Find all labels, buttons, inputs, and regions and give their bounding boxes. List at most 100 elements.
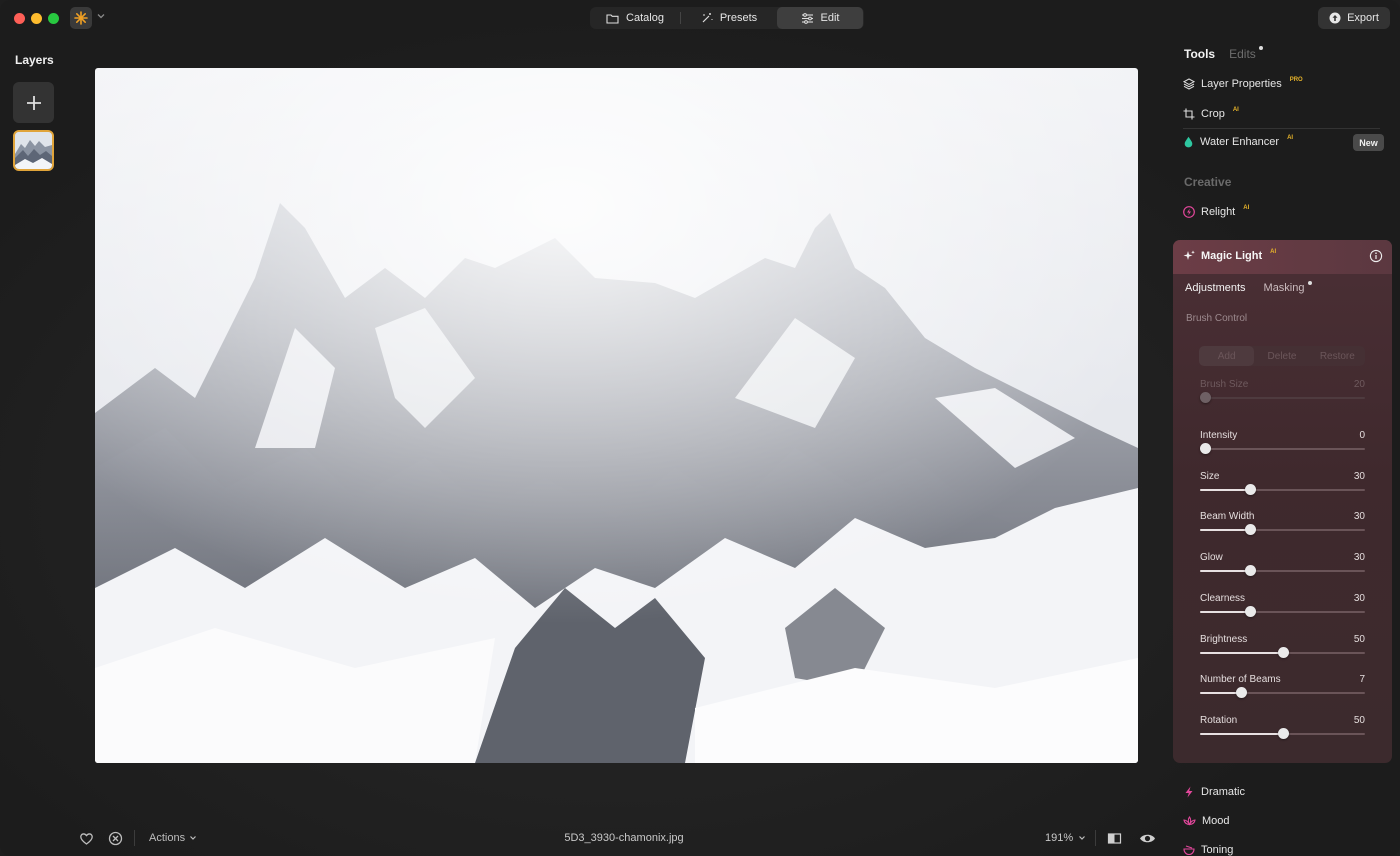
slider-fill: [1200, 488, 1250, 491]
sliders-icon: [801, 12, 813, 24]
tab-edits-label: Edits: [1229, 47, 1256, 61]
slider-number-of-beams[interactable]: Number of Beams 7: [1200, 674, 1365, 704]
tool-layer-properties[interactable]: Layer Properties PRO: [1183, 77, 1303, 90]
divider: [1183, 128, 1380, 129]
slider-brightness[interactable]: Brightness 50: [1200, 634, 1365, 664]
tab-masking[interactable]: Masking: [1264, 281, 1312, 294]
tool-mood-label: Mood: [1202, 815, 1230, 827]
upload-icon: [1329, 12, 1341, 24]
slider-knob[interactable]: [1245, 483, 1256, 495]
slider-fill: [1200, 732, 1283, 735]
slider-label: Size: [1200, 470, 1220, 482]
slider-label: Clearness: [1200, 592, 1246, 604]
slider-value: 30: [1353, 470, 1365, 482]
slider-value: 30: [1353, 511, 1365, 523]
close-window-button[interactable]: [14, 13, 25, 24]
mode-switcher: Catalog Presets Edit: [590, 7, 864, 29]
slider-label: Glow: [1200, 552, 1223, 564]
photo-canvas[interactable]: [95, 68, 1138, 763]
info-icon[interactable]: [1369, 249, 1383, 263]
brush-control-label: Brush Control: [1186, 313, 1248, 324]
slider-glow[interactable]: Glow 30: [1200, 552, 1365, 582]
add-layer-button[interactable]: [13, 82, 54, 123]
magic-wand-icon: [702, 13, 713, 23]
brush-size-value: 20: [1353, 379, 1365, 390]
mountain-photo-image: [95, 68, 1138, 763]
crop-icon: [1183, 108, 1195, 120]
slider-label: Brightness: [1200, 633, 1248, 645]
slider-knob[interactable]: [1245, 605, 1256, 617]
brush-mode-delete[interactable]: Delete: [1254, 346, 1309, 366]
tab-catalog-label: Catalog: [626, 12, 664, 24]
zoom-menu[interactable]: 191%: [1045, 832, 1086, 844]
slider-label: Number of Beams: [1200, 674, 1281, 686]
zoom-window-button[interactable]: [48, 13, 59, 24]
brush-mode-add[interactable]: Add: [1199, 346, 1255, 366]
slider-knob[interactable]: [1278, 727, 1289, 739]
bowl-icon: [1183, 845, 1195, 856]
tool-toning[interactable]: Toning: [1183, 844, 1233, 856]
tab-tools[interactable]: Tools: [1184, 47, 1215, 61]
slider-size[interactable]: Size 30: [1200, 471, 1365, 501]
folder-icon: [606, 13, 619, 24]
slider-clearness[interactable]: Clearness 30: [1200, 593, 1365, 623]
tab-catalog[interactable]: Catalog: [590, 7, 680, 29]
export-button[interactable]: Export: [1318, 7, 1390, 29]
lotus-icon: [1183, 816, 1196, 826]
ai-badge: AI: [1287, 135, 1294, 141]
brush-mode-switcher: Add Delete Restore: [1199, 346, 1365, 366]
divider: [1095, 830, 1096, 846]
tool-toning-label: Toning: [1201, 844, 1234, 856]
tool-mood[interactable]: Mood: [1183, 815, 1230, 827]
eye-preview-icon[interactable]: [1139, 831, 1156, 846]
magic-light-title: Magic Light AI: [1183, 249, 1276, 262]
slider-intensity[interactable]: Intensity 0: [1200, 430, 1365, 460]
sun-logo-icon: [74, 11, 88, 25]
slider-fill: [1200, 570, 1250, 573]
tool-dramatic[interactable]: Dramatic: [1183, 786, 1245, 798]
slider-value: 0: [1359, 430, 1365, 441]
slider-value: 30: [1353, 552, 1365, 564]
ai-badge: AI: [1243, 205, 1250, 211]
slider-rotation[interactable]: Rotation 50: [1200, 715, 1365, 745]
tool-relight[interactable]: Relight AI: [1183, 205, 1250, 218]
slider-knob[interactable]: [1236, 687, 1247, 699]
tab-presets-label: Presets: [719, 12, 758, 24]
tab-edit[interactable]: Edit: [777, 7, 863, 29]
app-logo-button[interactable]: [70, 7, 92, 29]
magic-light-subtabs: Adjustments Masking: [1185, 281, 1312, 294]
bolt-icon: [1185, 786, 1193, 798]
tool-crop-label: Crop: [1201, 108, 1225, 120]
slider-beam-width[interactable]: Beam Width 30: [1200, 511, 1365, 541]
compare-split-icon[interactable]: [1107, 831, 1122, 846]
slider-knob[interactable]: [1200, 392, 1211, 403]
magic-light-label: Magic Light: [1201, 250, 1263, 262]
section-creative: Creative: [1184, 175, 1232, 189]
panel-tabs: Tools Edits: [1184, 46, 1263, 61]
tool-crop[interactable]: Crop AI: [1183, 107, 1239, 120]
tab-presets[interactable]: Presets: [681, 7, 777, 29]
slider-value: 7: [1359, 674, 1365, 686]
slider-knob[interactable]: [1245, 524, 1256, 536]
plus-icon: [26, 95, 41, 110]
slider-track: [1200, 397, 1365, 399]
slider-knob[interactable]: [1278, 646, 1289, 658]
edits-indicator-dot: [1258, 46, 1263, 50]
layer-thumbnail[interactable]: [13, 130, 54, 171]
slider-knob[interactable]: [1200, 443, 1211, 454]
slider-fill: [1200, 529, 1250, 532]
brush-size-slider[interactable]: Brush Size 20: [1200, 379, 1365, 409]
tool-water-enhancer[interactable]: Water Enhancer AI: [1183, 135, 1294, 148]
mountain-thumbnail-image: [15, 132, 52, 169]
brush-mode-restore[interactable]: Restore: [1310, 346, 1365, 366]
tool-relight-label: Relight: [1201, 206, 1236, 218]
layers-icon: [1183, 78, 1195, 90]
export-label: Export: [1347, 12, 1379, 24]
chevron-down-icon[interactable]: [96, 11, 106, 21]
slider-knob[interactable]: [1245, 565, 1256, 577]
tab-edits[interactable]: Edits: [1229, 46, 1263, 61]
magic-light-header[interactable]: Magic Light AI: [1173, 240, 1392, 274]
minimize-window-button[interactable]: [31, 13, 42, 24]
tab-adjustments[interactable]: Adjustments: [1185, 282, 1246, 294]
tool-layer-properties-label: Layer Properties: [1201, 78, 1282, 90]
